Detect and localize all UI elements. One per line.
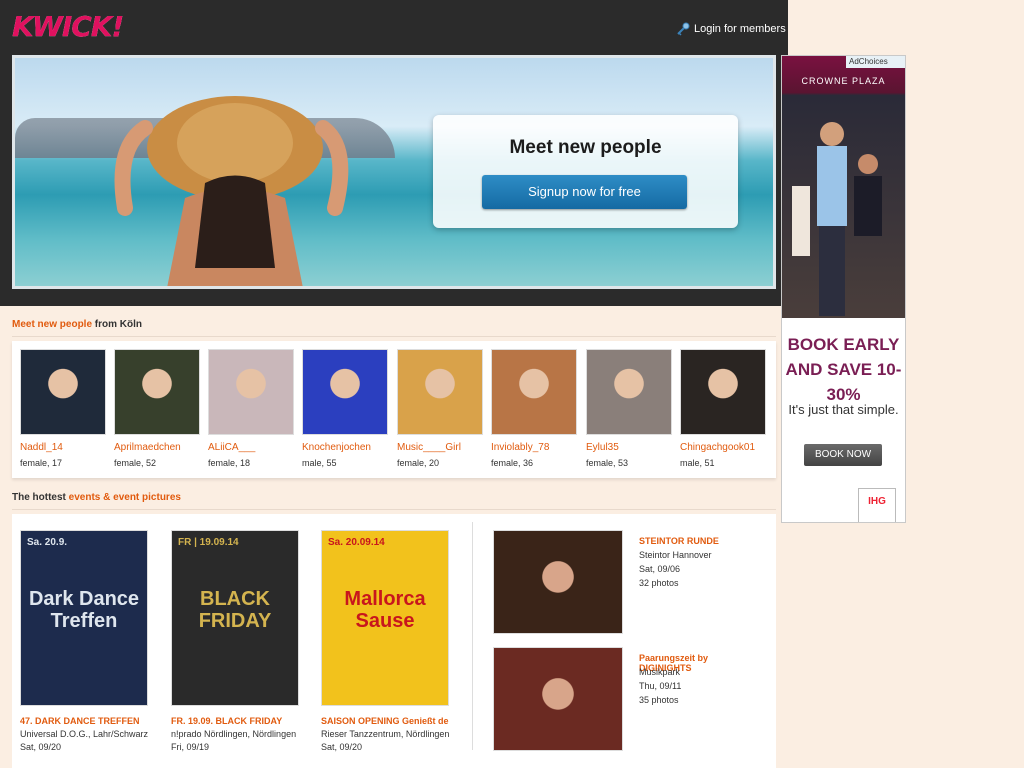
person-card[interactable]: Knochenjochen male, 55 [302,349,392,468]
person-meta: female, 18 [208,458,251,468]
poster-date: Sa. 20.9. [27,537,68,548]
event-date: Fri, 09/19 [171,742,210,752]
event-poster[interactable]: FR | 19.09.14 BLACK FRIDAY [171,530,299,706]
ad-brand: CROWNE PLAZA [801,76,886,86]
event-poster[interactable]: Sa. 20.9. Dark Dance Treffen [20,530,148,706]
photo-gallery[interactable]: STEINTOR RUNDE Steintor Hannover Sat, 09/0… [493,530,763,634]
gallery-location: Musikpark [639,667,681,677]
person-card[interactable]: Chingachgook01 male, 51 [680,349,770,468]
ad-people-illustration [792,122,882,316]
person-name[interactable]: Naddl_14 [20,442,110,453]
kwick-logo[interactable]: KWICK! [12,10,124,44]
person-meta: female, 52 [114,458,157,468]
profile-photo[interactable] [114,349,200,435]
ihg-logo: IHG [858,488,896,522]
gallery-location: Steintor Hannover [639,550,712,560]
event-location: Universal D.O.G., Lahr/Schwarzw [20,729,148,739]
people-section-title: Meet new people from Köln [12,319,142,330]
person-card[interactable]: ALiiCA___ female, 18 [208,349,298,468]
profile-photo[interactable] [586,349,672,435]
advertisement[interactable]: CROWNE PLAZA AdChoices BOOK EARLY AND SA… [781,55,906,523]
gallery-title[interactable]: STEINTOR RUNDE [639,536,719,546]
login-label: Login for members [694,23,786,35]
events-section-title: The hottest events & event pictures [12,492,181,503]
profile-photo[interactable] [397,349,483,435]
event-poster[interactable]: Sa. 20.09.14 Mallorca Sause [321,530,449,706]
gallery-photo[interactable] [493,530,623,634]
profile-photo[interactable] [208,349,294,435]
event-title[interactable]: 47. DARK DANCE TREFFEN [20,716,148,726]
person-card[interactable]: Aprilmaedchen female, 52 [114,349,204,468]
person-card[interactable]: Eylul35 female, 53 [586,349,676,468]
login-link[interactable]: Login for members [676,22,786,36]
profile-photo[interactable] [20,349,106,435]
people-list: Naddl_14 female, 17 Aprilmaedchen female, 5… [12,341,776,478]
gallery-date: Sat, 09/06 [639,564,681,574]
person-name[interactable]: Inviolably_78 [491,442,581,453]
person-meta: male, 55 [302,458,337,468]
person-meta: female, 36 [491,458,534,468]
gallery-date: Thu, 09/11 [639,681,682,691]
event-card[interactable]: Sa. 20.9. Dark Dance Treffen 47. DARK DANC… [20,530,148,752]
event-card[interactable]: FR | 19.09.14 BLACK FRIDAY FR. 19.09. BLAC… [171,530,299,752]
event-title[interactable]: FR. 19.09. BLACK FRIDAY [171,716,299,726]
profile-photo[interactable] [680,349,766,435]
person-card[interactable]: Inviolably_78 female, 36 [491,349,581,468]
ad-image: CROWNE PLAZA [782,56,905,318]
profile-photo[interactable] [491,349,577,435]
ad-subtext: It's just that simple. [788,402,899,417]
events-title-pre: The hottest [12,492,69,503]
person-name[interactable]: Music____Girl [397,442,487,453]
person-card[interactable]: Naddl_14 female, 17 [20,349,110,468]
poster-title: Mallorca Sause [344,588,426,632]
gallery-photo-count: 35 photos [639,695,679,705]
divider [12,509,776,510]
person-meta: female, 20 [397,458,440,468]
event-title[interactable]: SAISON OPENING Genießt den [321,716,449,726]
events-title-highlight: events & event pictures [68,492,181,503]
person-name[interactable]: Knochenjochen [302,442,392,453]
events-list: Sa. 20.9. Dark Dance Treffen 47. DARK DANC… [12,514,776,768]
event-card[interactable]: Sa. 20.09.14 Mallorca Sause SAISON OPENING… [321,530,449,752]
divider [12,336,776,337]
adchoices-link[interactable]: AdChoices [846,56,905,68]
poster-date: FR | 19.09.14 [178,537,239,548]
divider [472,522,473,750]
person-name[interactable]: ALiiCA___ [208,442,298,453]
people-title-highlight: Meet new people [12,319,93,330]
logo-text: KWICK! [12,10,124,43]
event-location: n!prado Nördlingen, Nördlingen [171,729,297,739]
gallery-photo[interactable] [493,647,623,751]
ad-headline: BOOK EARLY AND SAVE 10-30% [785,335,902,404]
event-date: Sat, 09/20 [20,742,62,752]
person-name[interactable]: Chingachgook01 [680,442,770,453]
event-date: Sat, 09/20 [321,742,363,752]
poster-date: Sa. 20.09.14 [328,537,385,548]
gallery-photo-count: 32 photos [639,578,679,588]
signup-button[interactable]: Signup now for free [482,175,687,209]
people-title-rest: from Köln [92,319,143,330]
person-meta: female, 53 [586,458,629,468]
person-meta: female, 17 [20,458,63,468]
photo-gallery[interactable]: Paarungszeit by DIGINIGHTS Musikpark Thu, … [493,647,763,751]
signup-panel: Meet new people Signup now for free [433,115,738,228]
poster-title: Dark Dance Treffen [28,588,140,632]
person-meta: male, 51 [680,458,715,468]
profile-photo[interactable] [302,349,388,435]
key-icon [677,22,690,36]
ad-book-now-button[interactable]: BOOK NOW [804,444,882,466]
person-card[interactable]: Music____Girl female, 20 [397,349,487,468]
person-name[interactable]: Aprilmaedchen [114,442,204,453]
woman-with-hat-illustration [114,96,349,286]
hero-title: Meet new people [509,137,662,158]
event-location: Rieser Tanzzentrum, Nördlingen [321,729,449,739]
poster-title: BLACK FRIDAY [198,588,272,632]
person-name[interactable]: Eylul35 [586,442,676,453]
